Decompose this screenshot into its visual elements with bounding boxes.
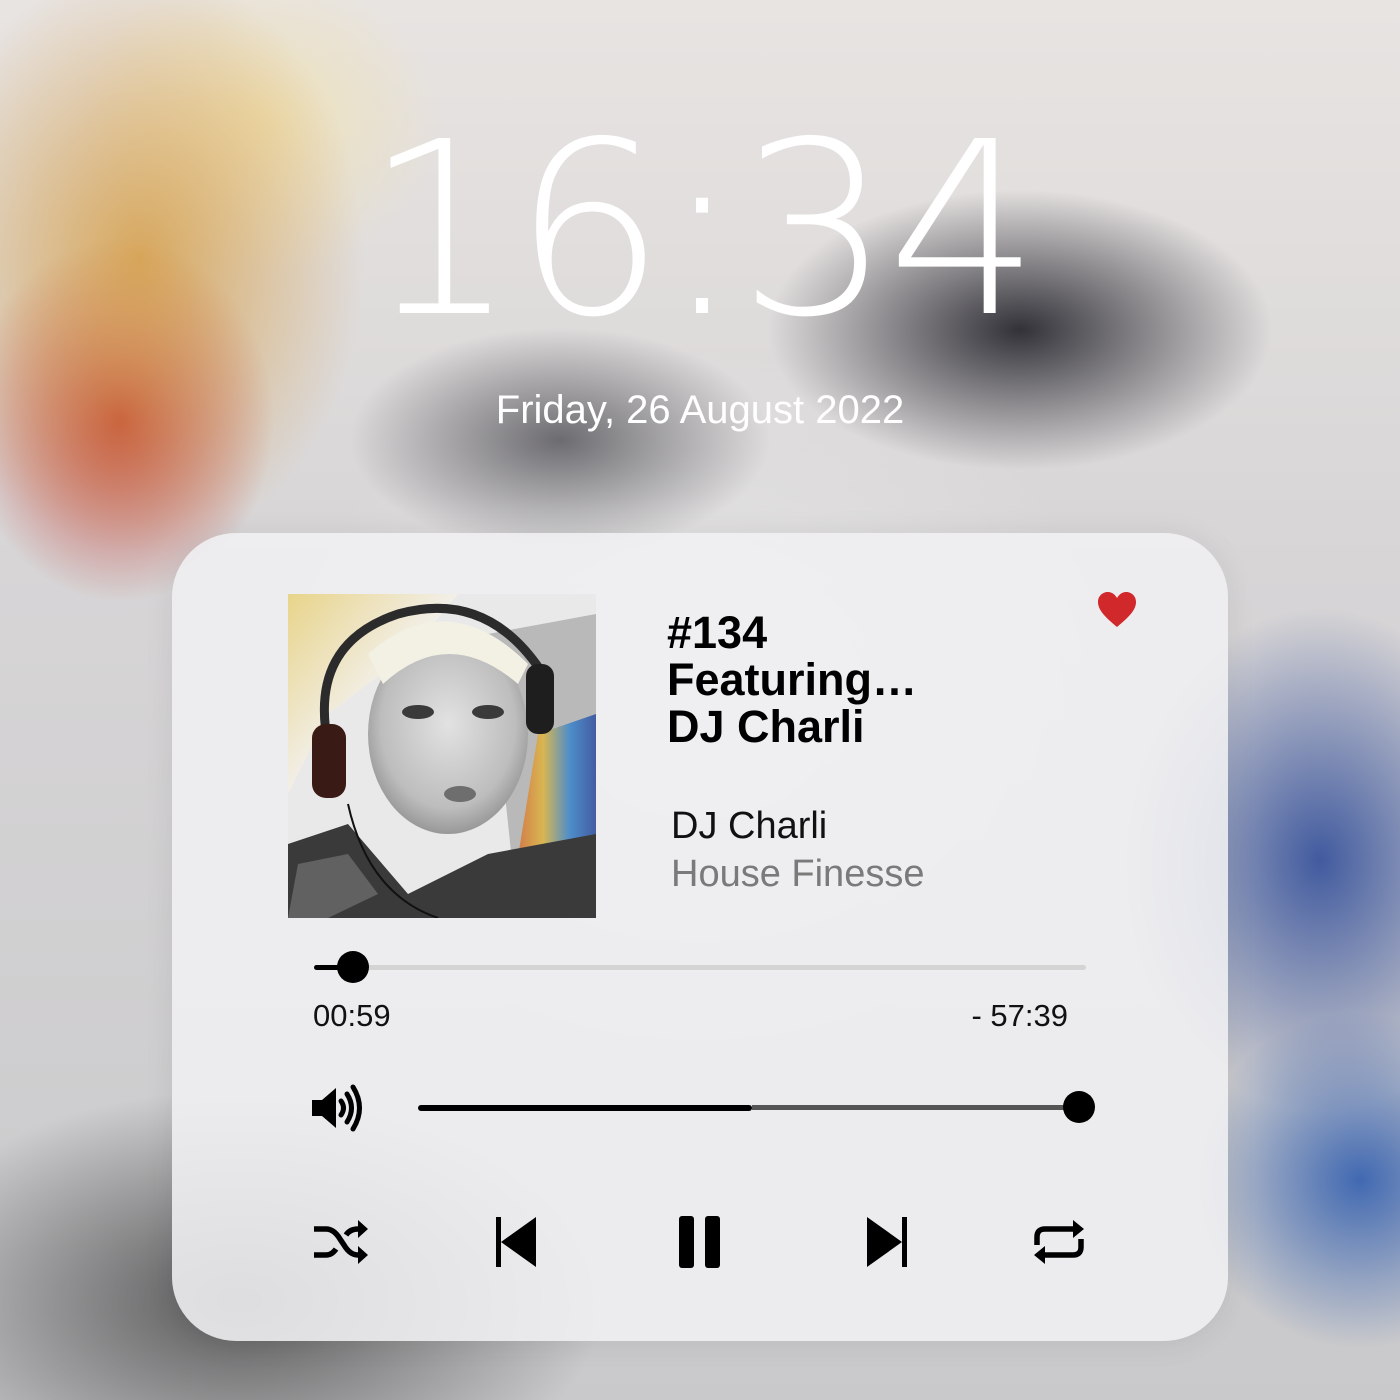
repeat-icon bbox=[1034, 1220, 1084, 1264]
volume-slider-fill bbox=[418, 1104, 752, 1111]
track-title-line: DJ Charli bbox=[667, 701, 865, 752]
lock-screen-date: Friday, 26 August 2022 bbox=[495, 388, 905, 432]
volume-slider-handle[interactable] bbox=[1063, 1091, 1096, 1123]
previous-track-button[interactable] bbox=[486, 1213, 546, 1271]
now-playing-widget: #134 Featuring… DJ Charli DJ Charli Hous… bbox=[172, 533, 1228, 1341]
next-track-button[interactable] bbox=[857, 1213, 917, 1271]
playback-scrubber-handle[interactable] bbox=[336, 951, 369, 983]
lock-screen-clock: 16:34 bbox=[364, 90, 1040, 370]
playback-progress-bar[interactable] bbox=[314, 951, 1086, 983]
shuffle-button[interactable] bbox=[310, 1213, 370, 1271]
album-artwork bbox=[288, 594, 596, 918]
next-track-icon bbox=[867, 1217, 907, 1267]
elapsed-time: 00:59 bbox=[313, 998, 391, 1033]
track-title-line: #134 bbox=[667, 607, 768, 658]
repeat-button[interactable] bbox=[1029, 1213, 1089, 1271]
album-name: House Finesse bbox=[671, 853, 925, 895]
artist-name: DJ Charli bbox=[671, 805, 828, 847]
speaker-volume-icon[interactable] bbox=[310, 1083, 364, 1133]
track-title: #134 Featuring… DJ Charli bbox=[667, 609, 1047, 750]
pause-button[interactable] bbox=[672, 1213, 732, 1271]
pause-icon bbox=[679, 1216, 720, 1268]
shuffle-icon bbox=[314, 1220, 368, 1264]
track-title-line: Featuring… bbox=[667, 654, 918, 705]
volume-slider-fill-secondary bbox=[752, 1105, 1080, 1110]
previous-track-icon bbox=[496, 1217, 536, 1267]
favorite-heart-icon[interactable] bbox=[1097, 591, 1137, 629]
volume-slider[interactable] bbox=[418, 1091, 1096, 1123]
remaining-time: - 57:39 bbox=[971, 998, 1068, 1033]
